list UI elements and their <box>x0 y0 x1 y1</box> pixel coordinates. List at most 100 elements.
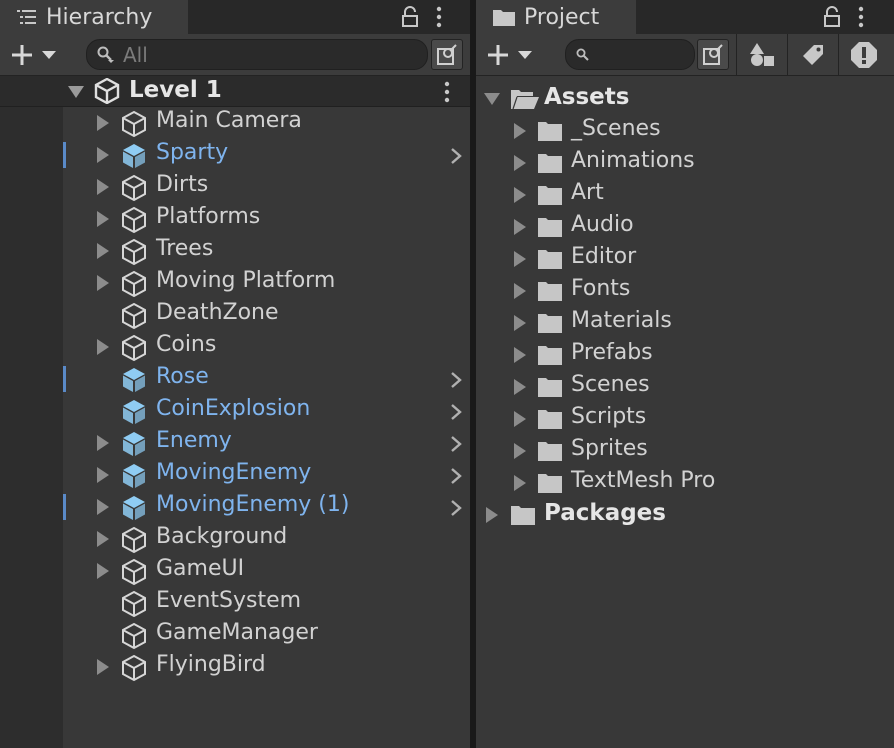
expand-arrow-icon[interactable] <box>514 283 526 299</box>
hierarchy-item[interactable]: Platforms <box>0 203 470 235</box>
hierarchy-item[interactable]: MovingEnemy (1) <box>0 491 470 523</box>
hierarchy-item[interactable]: Main Camera <box>0 107 470 139</box>
asset-folder-item[interactable]: Fonts <box>476 275 894 307</box>
gameobject-cube-icon <box>120 558 148 586</box>
expand-arrow-icon[interactable] <box>97 499 109 515</box>
folder-label: Packages <box>544 500 666 526</box>
expand-arrow-icon[interactable] <box>97 211 109 227</box>
create-dropdown-button[interactable] <box>486 40 540 70</box>
hierarchy-item[interactable]: EventSystem <box>0 587 470 619</box>
expand-arrow-icon[interactable] <box>514 187 526 203</box>
hierarchy-item[interactable]: GameUI <box>0 555 470 587</box>
hierarchy-item-label: Trees <box>156 236 214 261</box>
hierarchy-item-label: MovingEnemy <box>156 460 312 485</box>
hierarchy-item[interactable]: Sparty <box>0 139 470 171</box>
open-prefab-chevron-icon[interactable] <box>450 467 462 485</box>
expand-arrow-icon[interactable] <box>514 443 526 459</box>
asset-folder-item[interactable]: Audio <box>476 211 894 243</box>
open-prefab-chevron-icon[interactable] <box>450 371 462 389</box>
asset-folder-item[interactable]: Sprites <box>476 435 894 467</box>
hierarchy-item[interactable]: DeathZone <box>0 299 470 331</box>
scene-visibility-button[interactable] <box>431 39 463 70</box>
override-indicator <box>63 366 66 392</box>
hierarchy-item[interactable]: Coins <box>0 331 470 363</box>
hierarchy-item[interactable]: GameManager <box>0 619 470 651</box>
folder-icon <box>537 216 563 238</box>
expand-arrow-icon[interactable] <box>514 123 526 139</box>
expand-arrow-icon[interactable] <box>97 115 109 131</box>
expand-arrow-icon[interactable] <box>97 659 109 675</box>
project-search-field[interactable] <box>565 39 695 70</box>
hierarchy-item[interactable]: CoinExplosion <box>0 395 470 427</box>
prefab-cube-icon <box>120 142 148 170</box>
open-prefab-chevron-icon[interactable] <box>450 499 462 517</box>
asset-folder-item[interactable]: Prefabs <box>476 339 894 371</box>
lock-icon[interactable] <box>822 6 842 28</box>
expand-arrow-icon[interactable] <box>514 155 526 171</box>
expand-arrow-icon[interactable] <box>514 411 526 427</box>
expand-arrow-icon[interactable] <box>514 251 526 267</box>
hierarchy-item[interactable]: Background <box>0 523 470 555</box>
assets-folder[interactable]: Assets <box>476 83 894 115</box>
expand-arrow-icon[interactable] <box>514 475 526 491</box>
asset-folder-item[interactable]: _Scenes <box>476 115 894 147</box>
folder-icon <box>537 344 563 366</box>
expand-arrow-icon[interactable] <box>514 347 526 363</box>
hierarchy-search-field[interactable]: All <box>86 39 428 70</box>
expand-arrow-icon[interactable] <box>97 147 109 163</box>
expand-arrow-icon[interactable] <box>97 467 109 483</box>
folder-icon <box>537 312 563 334</box>
shapes-icon <box>749 42 775 68</box>
filter-by-type-button[interactable] <box>736 34 786 76</box>
expand-arrow-icon[interactable] <box>97 435 109 451</box>
tab-hierarchy[interactable]: Hierarchy <box>0 0 188 34</box>
asset-folder-item[interactable]: TextMesh Pro <box>476 467 894 499</box>
expand-arrow-icon[interactable] <box>514 315 526 331</box>
expand-arrow-icon[interactable] <box>97 179 109 195</box>
folder-icon <box>492 7 516 27</box>
hierarchy-list-icon <box>16 8 38 26</box>
hierarchy-item[interactable]: Rose <box>0 363 470 395</box>
gameobject-cube-icon <box>120 270 148 298</box>
filter-by-label-button[interactable] <box>787 34 837 76</box>
search-by-type-button[interactable] <box>697 39 729 70</box>
expand-arrow-icon[interactable] <box>514 219 526 235</box>
project-toolbar <box>476 34 894 76</box>
asset-folder-item[interactable]: Materials <box>476 307 894 339</box>
expand-arrow-icon[interactable] <box>97 275 109 291</box>
hierarchy-item[interactable]: Trees <box>0 235 470 267</box>
tab-project[interactable]: Project <box>476 0 636 34</box>
hierarchy-item[interactable]: Moving Platform <box>0 267 470 299</box>
open-prefab-chevron-icon[interactable] <box>450 147 462 165</box>
expand-arrow-icon[interactable] <box>486 507 498 523</box>
lock-icon[interactable] <box>400 6 420 28</box>
kebab-menu-icon[interactable] <box>436 6 442 28</box>
expand-arrow-icon[interactable] <box>514 379 526 395</box>
kebab-menu-icon[interactable] <box>858 6 864 28</box>
packages-folder[interactable]: Packages <box>476 499 894 531</box>
asset-folder-item[interactable]: Scenes <box>476 371 894 403</box>
expand-arrow-icon[interactable] <box>97 243 109 259</box>
hierarchy-item[interactable]: Enemy <box>0 427 470 459</box>
scene-menu-icon[interactable] <box>444 81 450 103</box>
filter-by-log-button[interactable] <box>838 34 888 76</box>
expand-arrow-icon[interactable] <box>97 563 109 579</box>
hierarchy-item-label: Moving Platform <box>156 268 336 293</box>
expand-arrow-icon[interactable] <box>97 339 109 355</box>
collapse-arrow-icon[interactable] <box>484 93 500 105</box>
hierarchy-item[interactable]: FlyingBird <box>0 651 470 683</box>
hierarchy-item[interactable]: MovingEnemy <box>0 459 470 491</box>
scene-header-row[interactable]: Level 1 <box>0 76 470 107</box>
asset-folder-item[interactable]: Art <box>476 179 894 211</box>
hierarchy-item[interactable]: Dirts <box>0 171 470 203</box>
asset-folder-item[interactable]: Editor <box>476 243 894 275</box>
asset-folder-item[interactable]: Scripts <box>476 403 894 435</box>
asset-folder-item[interactable]: Animations <box>476 147 894 179</box>
expand-arrow-icon[interactable] <box>97 531 109 547</box>
open-prefab-chevron-icon[interactable] <box>450 403 462 421</box>
create-dropdown-button[interactable] <box>10 40 64 70</box>
open-prefab-chevron-icon[interactable] <box>450 435 462 453</box>
expand-arrow-icon[interactable] <box>68 86 84 98</box>
unity-scene-icon <box>94 78 120 104</box>
folder-icon <box>537 152 563 174</box>
